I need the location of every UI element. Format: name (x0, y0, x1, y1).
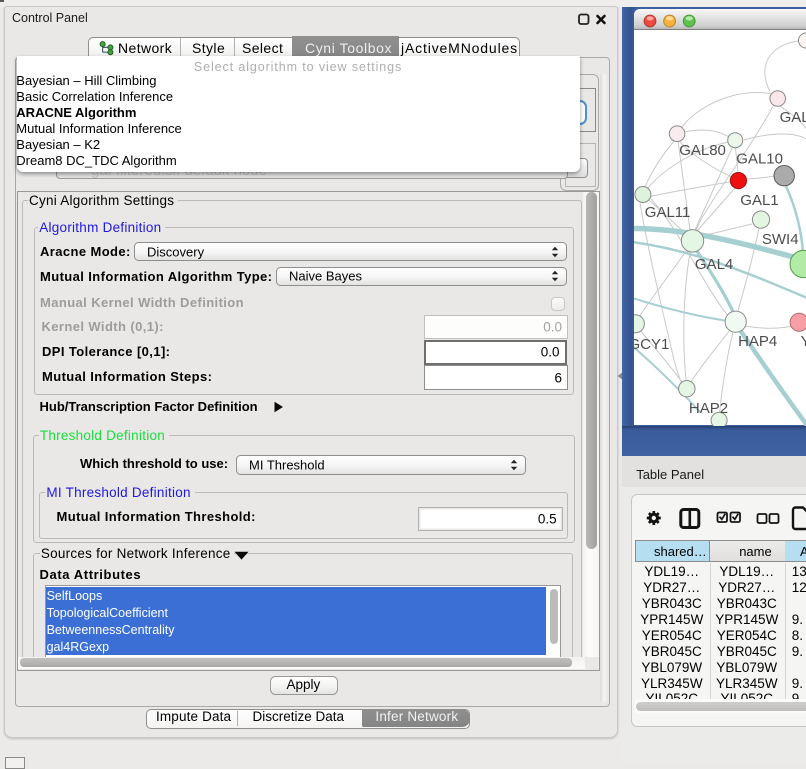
svg-text:Y: Y (801, 333, 806, 350)
svg-text:GAL10: GAL10 (736, 151, 783, 168)
svg-text:GAL11: GAL11 (645, 204, 691, 221)
svg-text:GAL: GAL (780, 109, 806, 126)
svg-text:GAL80: GAL80 (679, 142, 726, 159)
svg-text:GCY1: GCY1 (634, 336, 669, 353)
svg-text:GAL1: GAL1 (740, 192, 778, 209)
svg-text:GAL4: GAL4 (695, 256, 733, 273)
svg-text:SWI4: SWI4 (762, 231, 799, 248)
svg-text:HAP2: HAP2 (689, 400, 728, 417)
svg-text:HAP4: HAP4 (738, 333, 777, 350)
